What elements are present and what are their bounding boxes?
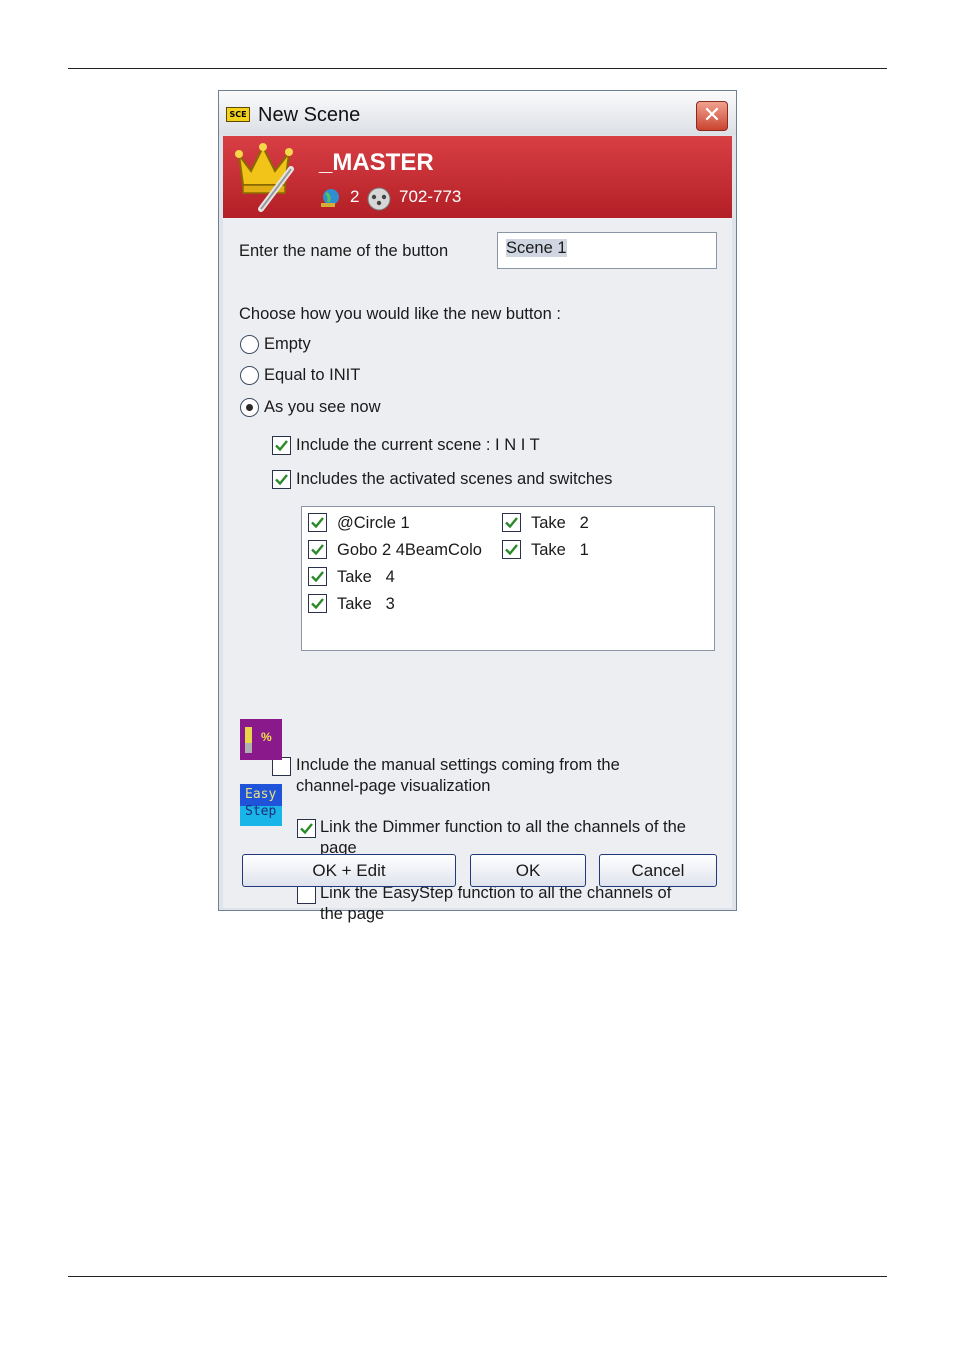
dimmer-percent-text: % bbox=[261, 730, 272, 744]
button-name-input[interactable]: Scene 1 bbox=[497, 232, 717, 269]
dimmer-fader-knob bbox=[245, 743, 252, 753]
easystep-icon: Easy Step bbox=[240, 784, 282, 826]
checkmark-icon bbox=[311, 544, 324, 556]
ok-edit-button[interactable]: OK + Edit bbox=[242, 854, 456, 887]
dmx-connector-icon bbox=[367, 187, 391, 211]
address-range: 702-773 bbox=[399, 187, 462, 206]
checkmark-icon bbox=[275, 440, 288, 452]
include-activated-checkbox[interactable] bbox=[272, 470, 291, 489]
radio-empty-label[interactable]: Empty bbox=[264, 335, 311, 354]
scene-label-take-3[interactable]: Take 3 bbox=[337, 595, 395, 614]
cancel-button[interactable]: Cancel bbox=[599, 854, 717, 887]
globe-icon bbox=[321, 189, 339, 207]
activated-scenes-list[interactable]: @Circle 1 Take 2 Gobo 2 4BeamColo Take 1… bbox=[301, 506, 715, 651]
choose-label: Choose how you would like the new button… bbox=[239, 305, 561, 323]
checkmark-icon bbox=[275, 474, 288, 486]
include-current-checkbox[interactable] bbox=[272, 436, 291, 455]
universe-count: 2 bbox=[350, 187, 360, 206]
include-current-label[interactable]: Include the current scene : I N I T bbox=[296, 436, 540, 455]
radio-empty[interactable] bbox=[240, 335, 259, 354]
top-rule bbox=[68, 68, 887, 69]
link-easystep-checkbox[interactable] bbox=[297, 885, 316, 904]
checkmark-icon bbox=[311, 571, 324, 583]
radio-equal-init-label[interactable]: Equal to INIT bbox=[264, 366, 360, 385]
checkmark-icon bbox=[505, 517, 518, 529]
radio-as-you-see-now[interactable] bbox=[240, 398, 259, 417]
checkmark-icon bbox=[505, 544, 518, 556]
checkmark-icon bbox=[300, 823, 313, 835]
easystep-text-line2: Step bbox=[245, 804, 277, 819]
easystep-text-line1: Easy bbox=[245, 787, 277, 802]
radio-equal-init[interactable] bbox=[240, 366, 259, 385]
title-bar[interactable]: SCE New Scene ✕ bbox=[219, 91, 736, 135]
checkmark-icon bbox=[311, 517, 324, 529]
dialog-title: New Scene bbox=[258, 104, 361, 126]
scene-checkbox-gobo-2[interactable] bbox=[308, 540, 327, 559]
scene-label-circle-1[interactable]: @Circle 1 bbox=[337, 514, 410, 533]
radio-as-you-see-now-label[interactable]: As you see now bbox=[264, 398, 380, 417]
sce-app-icon: SCE bbox=[226, 107, 250, 122]
radio-selected-dot bbox=[246, 404, 253, 411]
button-name-value: Scene 1 bbox=[506, 239, 567, 257]
checkmark-icon bbox=[311, 598, 324, 610]
ok-button[interactable]: OK bbox=[470, 854, 586, 887]
include-activated-label[interactable]: Includes the activated scenes and switch… bbox=[296, 470, 612, 489]
master-name: _MASTER bbox=[319, 149, 434, 176]
include-manual-label-line2[interactable]: channel-page visualization bbox=[296, 777, 490, 796]
dimmer-icon: % bbox=[240, 719, 282, 760]
scene-label-take-4[interactable]: Take 4 bbox=[337, 568, 395, 587]
master-banner: _MASTER 2 702-773 bbox=[223, 136, 732, 218]
scene-label-take-1[interactable]: Take 1 bbox=[531, 541, 589, 560]
scene-label-gobo-2[interactable]: Gobo 2 4BeamColo bbox=[337, 541, 482, 560]
link-easystep-label-line2[interactable]: the page bbox=[320, 905, 384, 924]
new-scene-dialog: SCE New Scene ✕ _MASTER 2 702-773 Enter … bbox=[218, 90, 737, 923]
link-dimmer-checkbox[interactable] bbox=[297, 819, 316, 838]
dialog-content: Enter the name of the button Scene 1 Cho… bbox=[223, 218, 732, 923]
include-manual-label-line1[interactable]: Include the manual settings coming from … bbox=[296, 756, 620, 775]
link-dimmer-label-line1[interactable]: Link the Dimmer function to all the chan… bbox=[320, 818, 686, 837]
scene-checkbox-take-4[interactable] bbox=[308, 567, 327, 586]
bottom-rule bbox=[68, 1276, 887, 1277]
name-label: Enter the name of the button bbox=[239, 242, 449, 260]
crown-icon bbox=[235, 143, 294, 212]
scene-label-take-2[interactable]: Take 2 bbox=[531, 514, 589, 533]
scene-checkbox-take-1[interactable] bbox=[502, 540, 521, 559]
close-button[interactable]: ✕ bbox=[696, 101, 728, 131]
scene-checkbox-circle-1[interactable] bbox=[308, 513, 327, 532]
scene-checkbox-take-2[interactable] bbox=[502, 513, 521, 532]
scene-checkbox-take-3[interactable] bbox=[308, 594, 327, 613]
